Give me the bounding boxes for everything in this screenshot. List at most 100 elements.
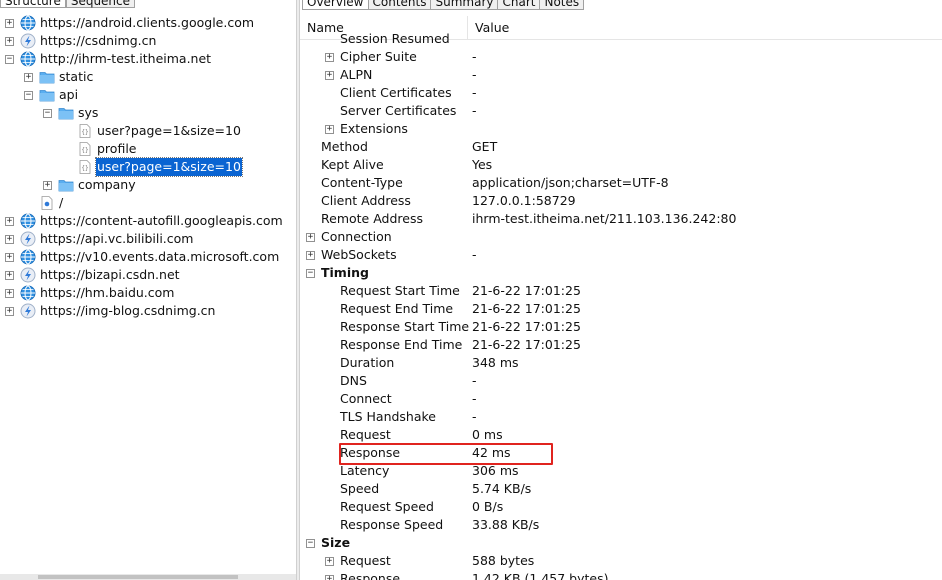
property-row[interactable]: Response Start Time 21-6-22 17:01:25 (300, 318, 942, 336)
expand-toggle[interactable]: + (5, 216, 14, 226)
collapse-toggle[interactable]: − (306, 268, 315, 278)
property-row[interactable]: Response Speed 33.88 KB/s (300, 516, 942, 534)
tree-item[interactable]: + https://img-blog.csdnimg.cn (5, 302, 216, 320)
expand-toggle[interactable]: + (5, 288, 14, 298)
collapse-toggle[interactable]: − (306, 538, 315, 548)
property-name-cell: Request Speed (325, 498, 434, 516)
property-row[interactable]: Client Certificates - (300, 84, 942, 102)
overview-pane: Overview Contents Summary Chart Notes Na… (300, 0, 942, 580)
property-value: - (472, 103, 477, 118)
property-name-cell: Client Certificates (325, 84, 452, 102)
property-value: - (472, 373, 477, 388)
tree-item[interactable]: + https://csdnimg.cn (5, 32, 157, 50)
property-row[interactable]: Connect - (300, 390, 942, 408)
tree-item-label: static (59, 69, 94, 84)
expand-toggle[interactable]: + (325, 52, 334, 62)
expand-toggle[interactable]: + (325, 124, 334, 134)
tree-item[interactable]: / (24, 194, 64, 212)
property-row[interactable]: Speed 5.74 KB/s (300, 480, 942, 498)
expand-toggle[interactable]: + (5, 234, 14, 244)
expand-toggle[interactable]: + (325, 70, 334, 80)
tree-item[interactable]: + https://hm.baidu.com (5, 284, 175, 302)
property-name-cell: Request Start Time (325, 282, 460, 300)
tab-sequence[interactable]: Sequence (65, 0, 136, 8)
property-value: 21-6-22 17:01:25 (472, 337, 581, 352)
property-row[interactable]: DNS - (300, 372, 942, 390)
property-row[interactable]: Content-Type application/json;charset=UTF… (300, 174, 942, 192)
collapse-toggle[interactable]: − (24, 90, 33, 100)
tab-notes[interactable]: Notes (539, 0, 585, 10)
expand-toggle[interactable]: + (5, 36, 14, 46)
tree-item[interactable]: {} profile (62, 140, 137, 158)
property-row[interactable]: Request Start Time 21-6-22 17:01:25 (300, 282, 942, 300)
property-name-cell: Response Speed (325, 516, 443, 534)
property-row[interactable]: − Size (300, 534, 942, 552)
property-row[interactable]: Server Certificates - (300, 102, 942, 120)
property-name: Response Start Time (340, 319, 470, 334)
property-row[interactable]: Session Resumed (300, 30, 942, 48)
expand-toggle[interactable]: + (325, 574, 334, 580)
collapse-toggle[interactable]: − (5, 54, 14, 64)
property-name-cell: − Size (306, 534, 350, 552)
property-name-cell: + Cipher Suite (325, 48, 417, 66)
property-row[interactable]: + Response 1.42 KB (1,457 bytes) (300, 570, 942, 580)
tree-item[interactable]: + static (24, 68, 94, 86)
tree-item[interactable]: {} user?page=1&size=10 (62, 122, 242, 140)
property-row[interactable]: + ALPN - (300, 66, 942, 84)
property-row[interactable]: − Timing (300, 264, 942, 282)
tree-item[interactable]: + https://api.vc.bilibili.com (5, 230, 194, 248)
expand-toggle[interactable]: + (5, 252, 14, 262)
expand-toggle[interactable]: + (5, 306, 14, 316)
property-name-cell: Content-Type (306, 174, 403, 192)
tab-contents[interactable]: Contents (367, 0, 432, 10)
property-row[interactable]: Request 0 ms (300, 426, 942, 444)
property-row[interactable]: + Request 588 bytes (300, 552, 942, 570)
tree-item[interactable]: + https://android.clients.google.com (5, 14, 255, 32)
tree-item[interactable]: {} user?page=1&size=10 (62, 157, 243, 177)
tree-item[interactable]: + https://content-autofill.googleapis.com (5, 212, 284, 230)
property-row[interactable]: + Connection (300, 228, 942, 246)
expand-toggle[interactable]: + (306, 250, 315, 260)
property-row[interactable]: Duration 348 ms (300, 354, 942, 372)
horizontal-scrollbar[interactable] (0, 574, 296, 580)
property-name-cell: Response Start Time (325, 318, 469, 336)
property-name: Method (321, 139, 368, 154)
svg-text:{}: {} (81, 147, 88, 154)
expand-toggle[interactable]: + (43, 180, 52, 190)
property-row[interactable]: Method GET (300, 138, 942, 156)
property-name-cell: Speed (325, 480, 379, 498)
tree-item[interactable]: − sys (43, 104, 99, 122)
property-row[interactable]: + Extensions (300, 120, 942, 138)
tree-item-label: user?page=1&size=10 (95, 157, 243, 177)
property-row[interactable]: Request Speed 0 B/s (300, 498, 942, 516)
tree-item[interactable]: + https://bizapi.csdn.net (5, 266, 181, 284)
tab-overview[interactable]: Overview (302, 0, 369, 10)
property-row[interactable]: Request End Time 21-6-22 17:01:25 (300, 300, 942, 318)
tree-item[interactable]: + https://v10.events.data.microsoft.com (5, 248, 280, 266)
expand-toggle[interactable]: + (5, 270, 14, 280)
tree-item[interactable]: − api (24, 86, 79, 104)
expand-toggle[interactable]: + (5, 18, 14, 28)
property-row[interactable]: TLS Handshake - (300, 408, 942, 426)
tree-item[interactable]: − http://ihrm-test.itheima.net (5, 50, 212, 68)
property-row[interactable]: Remote Address ihrm-test.itheima.net/211.… (300, 210, 942, 228)
expand-toggle[interactable]: + (306, 232, 315, 242)
expand-toggle[interactable]: + (325, 556, 334, 566)
tab-chart[interactable]: Chart (497, 0, 541, 10)
property-row[interactable]: + WebSockets - (300, 246, 942, 264)
tree-item[interactable]: + company (43, 176, 137, 194)
property-value: - (472, 85, 477, 100)
property-row[interactable]: + Cipher Suite - (300, 48, 942, 66)
left-tab-strip: Structure Sequence (0, 0, 136, 10)
property-row[interactable]: Client Address 127.0.0.1:58729 (300, 192, 942, 210)
scrollbar-thumb[interactable] (38, 575, 238, 579)
property-row[interactable]: Kept Alive Yes (300, 156, 942, 174)
tab-summary[interactable]: Summary (430, 0, 499, 10)
tab-structure[interactable]: Structure (0, 0, 66, 8)
json-file-icon: {} (77, 123, 93, 139)
svg-text:{}: {} (81, 129, 88, 136)
expand-toggle[interactable]: + (24, 72, 33, 82)
property-row[interactable]: Response End Time 21-6-22 17:01:25 (300, 336, 942, 354)
collapse-toggle[interactable]: − (43, 108, 52, 118)
property-value: 21-6-22 17:01:25 (472, 319, 581, 334)
